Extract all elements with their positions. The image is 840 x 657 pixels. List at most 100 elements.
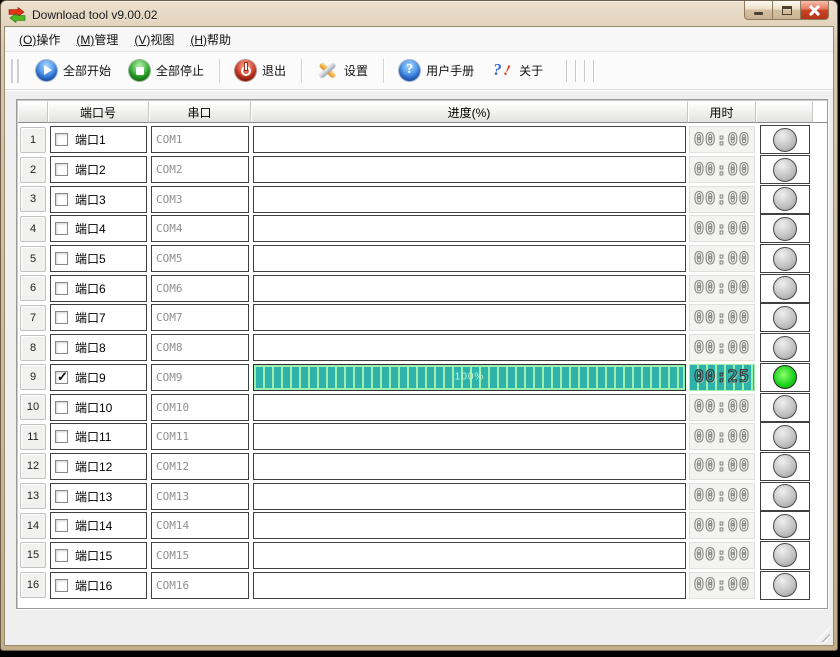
com-port-field[interactable]: COM11 [151,423,249,450]
checkbox-icon[interactable] [55,490,68,503]
checkbox-icon[interactable] [55,519,68,532]
status-led [773,514,797,538]
checkbox-icon[interactable] [55,282,68,295]
com-port-field[interactable]: COM10 [151,394,249,421]
start-all-icon [36,60,57,81]
app-icon [8,7,26,23]
port-checkbox[interactable]: 端口2 [50,156,147,183]
port-checkbox[interactable]: 端口4 [50,215,147,242]
com-port-field[interactable]: COM9 [151,364,249,391]
menu-label: 管理 [94,33,118,47]
about-icon [492,60,513,81]
progress-bar [253,453,686,480]
port-checkbox[interactable]: 端口12 [50,453,147,480]
com-port-field[interactable]: COM14 [151,512,249,539]
checkbox-icon[interactable] [55,252,68,265]
com-port-field[interactable]: COM15 [151,542,249,569]
com-port-field[interactable]: COM6 [151,275,249,302]
toolbar-buttons: 全部开始全部停止退出 设置 用户手册关于 [27,56,598,85]
row-number: 6 [20,275,46,301]
row-number: 10 [20,394,46,420]
port-checkbox[interactable]: 端口14 [50,512,147,539]
resize-grip[interactable] [815,627,830,642]
row-number: 1 [20,127,46,153]
table-row: 16 端口16 COM16 00:00 [18,570,827,600]
time-display: 00:00 [689,453,755,480]
header-com[interactable]: 串口 [149,101,251,123]
com-port-field[interactable]: COM8 [151,334,249,361]
com-port-field[interactable]: COM2 [151,156,249,183]
table-row: 4 端口4 COM4 00:00 [18,214,827,244]
menu-label: 操作 [36,33,60,47]
com-port-field[interactable]: COM13 [151,483,249,510]
maximize-button[interactable] [772,1,801,20]
status-led [773,217,797,241]
progress-bar [253,512,686,539]
close-button[interactable] [800,1,829,20]
port-checkbox[interactable]: 端口13 [50,483,147,510]
menu-item[interactable]: (H)帮助 [182,28,239,51]
progress-bar [253,394,686,421]
port-label: 端口15 [75,547,112,564]
toolbar-button[interactable]: 用户手册 [390,56,483,85]
toolbar-button[interactable]: 设置 [308,56,377,85]
checkbox-icon[interactable] [55,579,68,592]
window-body: (O)操作(M)管理(V)视图(H)帮助 全部开始全部停止退出设置用户手册关于 … [4,26,834,646]
com-port-field[interactable]: COM4 [151,215,249,242]
com-port-field[interactable]: COM7 [151,304,249,331]
checkbox-icon[interactable] [55,163,68,176]
status-led [773,158,797,182]
toolbar-grip[interactable] [11,59,20,83]
table-row: 6 端口6 COM6 00:00 [18,273,827,303]
menu-item[interactable]: (O)操作 [11,28,68,51]
port-checkbox[interactable]: 端口15 [50,542,147,569]
port-checkbox[interactable]: 端口3 [50,186,147,213]
checkbox-icon[interactable] [55,341,68,354]
progress-bar [253,186,686,213]
com-port-field[interactable]: COM3 [151,186,249,213]
port-checkbox[interactable]: 端口1 [50,126,147,153]
port-checkbox[interactable]: 端口5 [50,245,147,272]
checkbox-icon[interactable] [55,311,68,324]
toolbar-button-label: 设置 [344,62,368,79]
status-led-box [760,185,810,214]
port-checkbox[interactable]: 端口11 [50,423,147,450]
checkbox-icon[interactable] [55,193,68,206]
toolbar-separator-line [566,60,567,82]
header-port[interactable]: 端口号 [48,101,149,123]
status-led-box [760,511,810,540]
checkbox-icon[interactable] [55,549,68,562]
checkbox-icon[interactable] [55,430,68,443]
progress-bar [253,304,686,331]
com-port-field[interactable]: COM1 [151,126,249,153]
status-led-box [760,541,810,570]
checkbox-icon[interactable] [55,371,68,384]
time-display: 00:00 [689,483,755,510]
port-checkbox[interactable]: 端口6 [50,275,147,302]
checkbox-icon[interactable] [55,460,68,473]
port-checkbox[interactable]: 端口7 [50,304,147,331]
menu-item[interactable]: (M)管理 [68,28,126,51]
toolbar-button[interactable]: 全部停止 [120,56,213,85]
port-label: 端口16 [75,577,112,594]
toolbar-button[interactable]: 关于 [483,56,552,85]
checkbox-icon[interactable] [55,133,68,146]
toolbar-button[interactable]: 全部开始 [27,56,120,85]
com-port-field[interactable]: COM5 [151,245,249,272]
menu-item[interactable]: (V)视图 [126,28,182,51]
port-checkbox[interactable]: 端口9 [50,364,147,391]
time-display: 00:00 [689,572,755,599]
header-progress[interactable]: 进度(%) [251,101,688,123]
toolbar-button[interactable]: 退出 [226,56,295,85]
header-time[interactable]: 用时 [688,101,756,123]
port-checkbox[interactable]: 端口8 [50,334,147,361]
port-checkbox[interactable]: 端口16 [50,572,147,599]
checkbox-icon[interactable] [55,401,68,414]
status-led [773,336,797,360]
com-port-field[interactable]: COM16 [151,572,249,599]
port-checkbox[interactable]: 端口10 [50,394,147,421]
checkbox-icon[interactable] [55,222,68,235]
com-port-field[interactable]: COM12 [151,453,249,480]
minimize-button[interactable] [744,1,773,20]
toolbar-separator [219,59,220,83]
